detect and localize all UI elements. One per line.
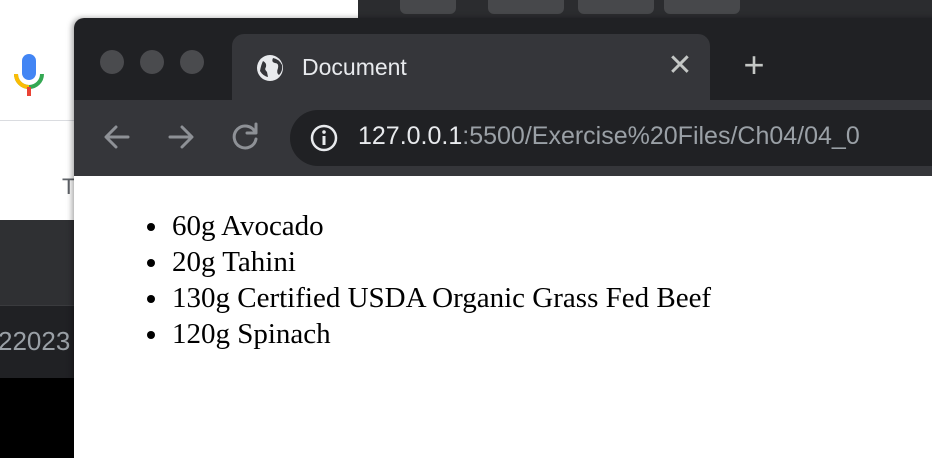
globe-icon (257, 55, 283, 81)
new-tab-button[interactable]: + (736, 47, 772, 84)
ingredient-list: 60g Avocado 20g Tahini 130g Certified US… (170, 208, 711, 352)
background-toolbar-button (488, 0, 564, 14)
window-minimize-button[interactable] (140, 50, 164, 74)
tab-close-icon[interactable]: ✕ (666, 50, 694, 82)
reload-icon[interactable] (228, 120, 262, 154)
browser-toolbar: 127.0.0.1:5500/Exercise%20Files/Ch04/04_… (74, 100, 932, 176)
background-dark-panel (0, 220, 80, 305)
page-content: 60g Avocado 20g Tahini 130g Certified US… (74, 176, 932, 458)
background-toolbar-button (578, 0, 654, 14)
list-item: 130g Certified USDA Organic Grass Fed Be… (170, 280, 711, 316)
background-toolbar-button (664, 0, 740, 14)
microphone-icon (14, 54, 44, 96)
forward-arrow-icon[interactable] (164, 120, 198, 154)
window-zoom-button[interactable] (180, 50, 204, 74)
tab-title: Document (302, 54, 407, 80)
url-text[interactable]: 127.0.0.1:5500/Exercise%20Files/Ch04/04_… (358, 122, 860, 151)
browser-window: Document ✕ + 127.0.0.1:5500/Exercise%20F… (74, 18, 932, 458)
back-arrow-icon[interactable] (100, 120, 134, 154)
info-icon[interactable] (310, 124, 338, 152)
browser-titlebar: Document ✕ + (74, 18, 932, 100)
list-item: 20g Tahini (170, 244, 711, 280)
list-item: 120g Spinach (170, 316, 711, 352)
background-partial-number: 22023 (0, 326, 71, 356)
address-bar[interactable]: 127.0.0.1:5500/Exercise%20Files/Ch04/04_… (290, 110, 932, 166)
tab-document[interactable]: Document ✕ (232, 34, 710, 100)
url-path: :5500/Exercise%20Files/Ch04/04_0 (462, 122, 860, 150)
background-toolbar-button (400, 0, 456, 14)
url-host: 127.0.0.1 (358, 122, 463, 150)
window-close-button[interactable] (100, 50, 124, 74)
list-item: 60g Avocado (170, 208, 711, 244)
